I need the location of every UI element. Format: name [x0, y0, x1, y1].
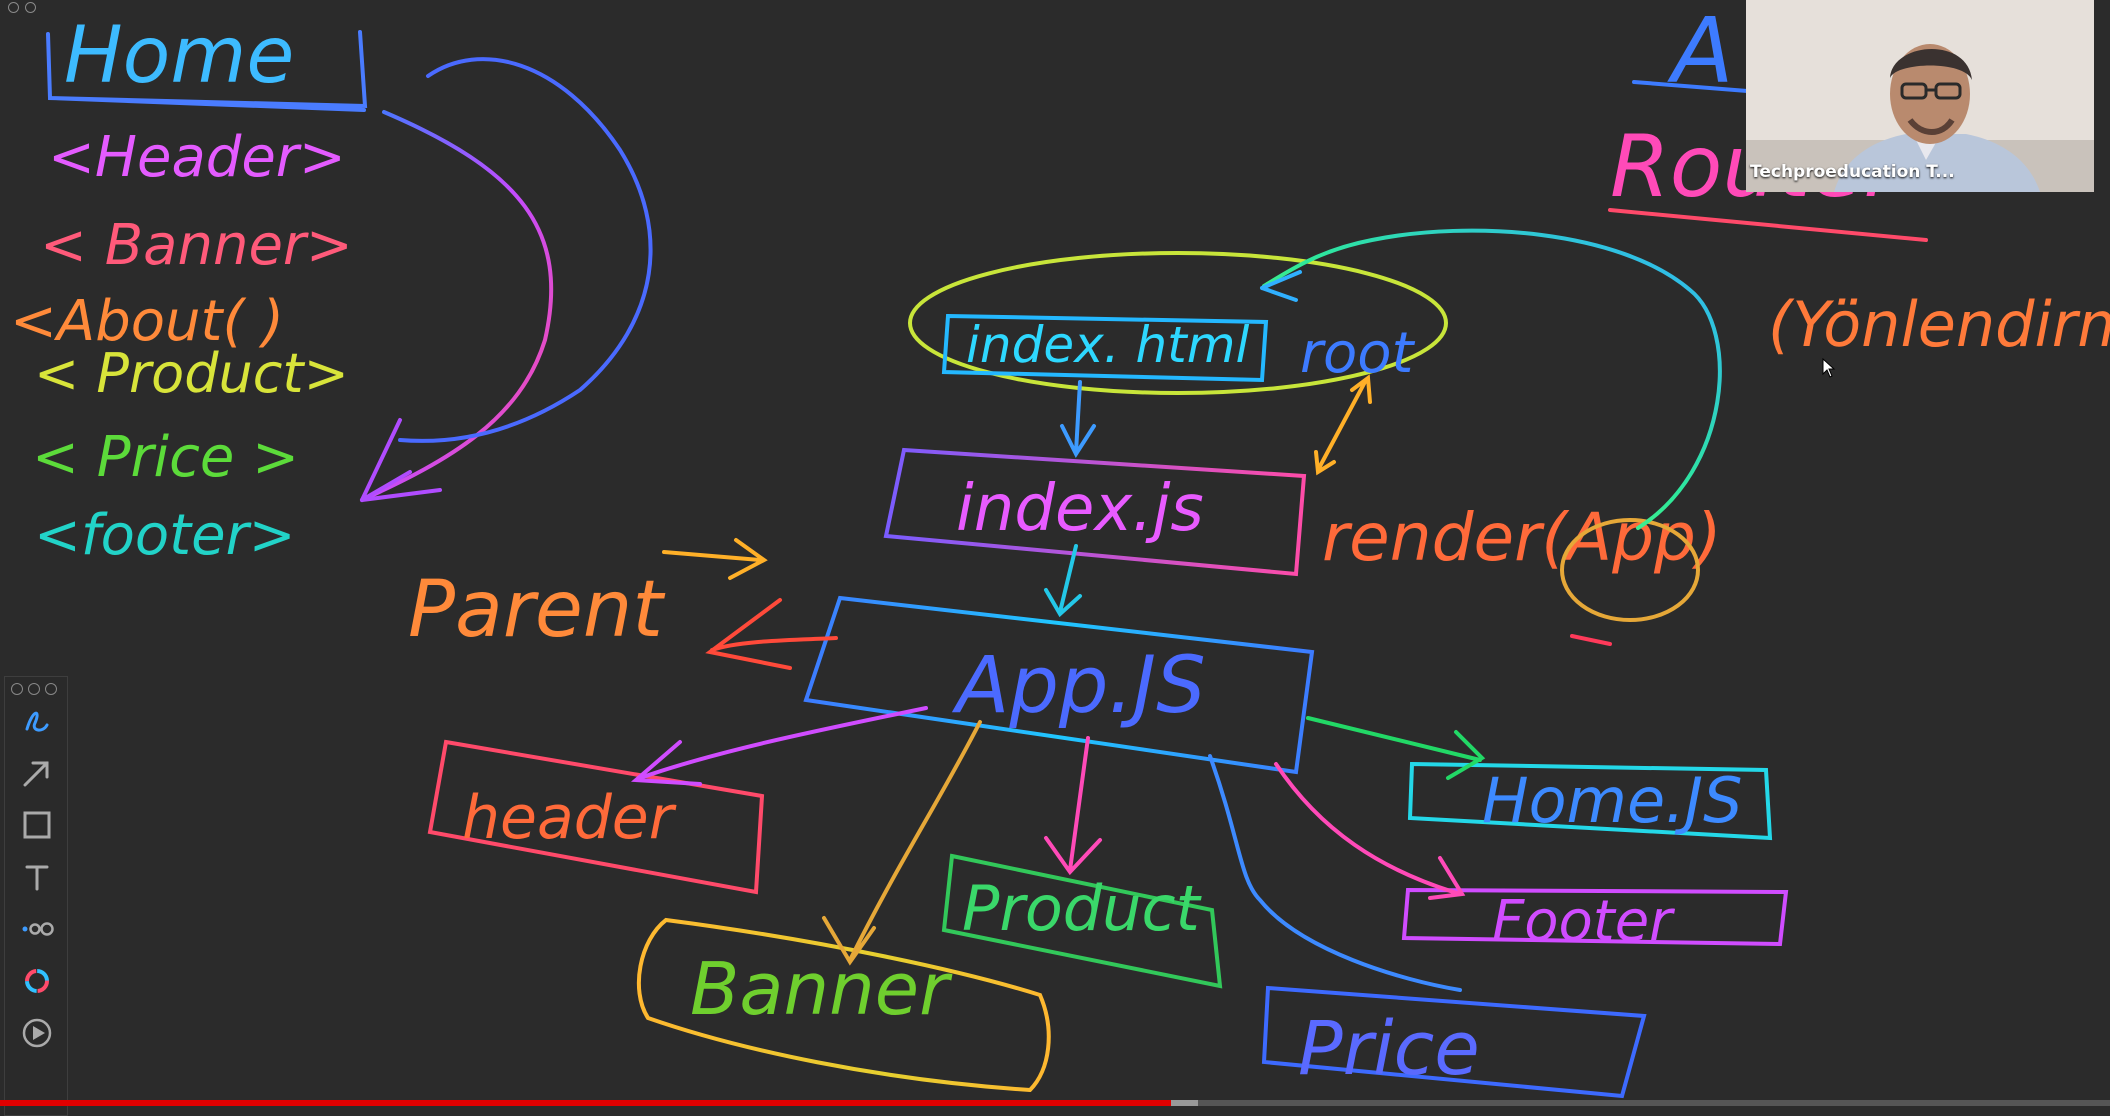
- webcam-overlay: Techproeducation T...: [1746, 0, 2094, 192]
- rectangle-tool-button[interactable]: [5, 799, 69, 851]
- arrow-app-to-header: [630, 706, 928, 786]
- list-item-banner: < Banner>: [40, 213, 353, 278]
- window-controls: [8, 2, 36, 13]
- presenter-name: Techproeducation T...: [1750, 162, 1955, 182]
- index-js-label: index.js: [956, 472, 1204, 546]
- arrow-app-to-product: [1044, 736, 1102, 876]
- product-label: Product: [962, 872, 1203, 945]
- color-picker-icon: [25, 969, 49, 993]
- banner-label: Banner: [690, 947, 953, 1031]
- arrow-icon: [23, 761, 49, 787]
- index-html-label: index. html: [966, 316, 1249, 374]
- parent-label: Parent: [408, 565, 665, 655]
- text-tool-button[interactable]: [5, 851, 69, 903]
- arrow-js-to-app: [1044, 544, 1082, 618]
- arrow-html-to-js: [1060, 380, 1096, 459]
- app-js-label: App.JS: [951, 641, 1206, 731]
- minimize-dot-icon[interactable]: [25, 2, 36, 13]
- home-label: Home: [64, 11, 294, 101]
- dots-icon: [22, 922, 54, 936]
- arrow-app-to-banner: [822, 720, 982, 966]
- toolbar-pin-icon[interactable]: [11, 683, 23, 695]
- toolbar-close-icon[interactable]: [45, 683, 57, 695]
- home-arrowhead: [360, 418, 442, 502]
- close-dot-icon[interactable]: [8, 2, 19, 13]
- play-icon: [22, 1018, 52, 1048]
- play-button[interactable]: [5, 1007, 69, 1059]
- mouse-cursor-icon: [1822, 358, 1836, 378]
- progress-played: [0, 1100, 1172, 1106]
- progress-buffered: [1171, 1100, 1199, 1106]
- app-underline: [1570, 634, 1612, 646]
- home-js-label: Home.JS: [1482, 764, 1742, 837]
- router-note: (Yönlendirme): [1768, 288, 2110, 361]
- video-progress-bar[interactable]: [0, 1100, 2110, 1106]
- list-item-footer: <footer>: [34, 503, 296, 568]
- toolbar-header: [5, 677, 67, 695]
- arrow-tool-button[interactable]: [5, 747, 69, 799]
- drawing-toolbar: [4, 676, 68, 1116]
- price-label: Price: [1298, 1006, 1480, 1092]
- arrow-app-to-footer: [1274, 762, 1466, 900]
- list-item-header: <Header>: [48, 125, 346, 190]
- list-item-product: < Product>: [34, 342, 349, 405]
- root-render-arrow: [1314, 374, 1372, 476]
- text-icon: [25, 865, 49, 891]
- pen-tool-button[interactable]: [5, 695, 69, 747]
- rectangle-icon: [23, 811, 51, 839]
- parent-arrow-left: [705, 598, 838, 670]
- parent-arrow-right: [662, 538, 768, 580]
- color-picker-button[interactable]: [5, 955, 69, 1007]
- stroke-size-button[interactable]: [5, 903, 69, 955]
- arrow-app-to-home: [1306, 716, 1486, 780]
- list-item-price: < Price >: [32, 425, 299, 490]
- left-list: Home <Header> < Banner> <About( ) < Prod…: [10, 11, 368, 568]
- header-label: header: [462, 783, 677, 853]
- toolbar-brush-icon[interactable]: [28, 683, 40, 695]
- root-label: root: [1300, 321, 1416, 386]
- arrow-app-to-price: [1208, 754, 1462, 992]
- footer-label: Footer: [1492, 889, 1675, 954]
- pen-icon: [25, 711, 49, 732]
